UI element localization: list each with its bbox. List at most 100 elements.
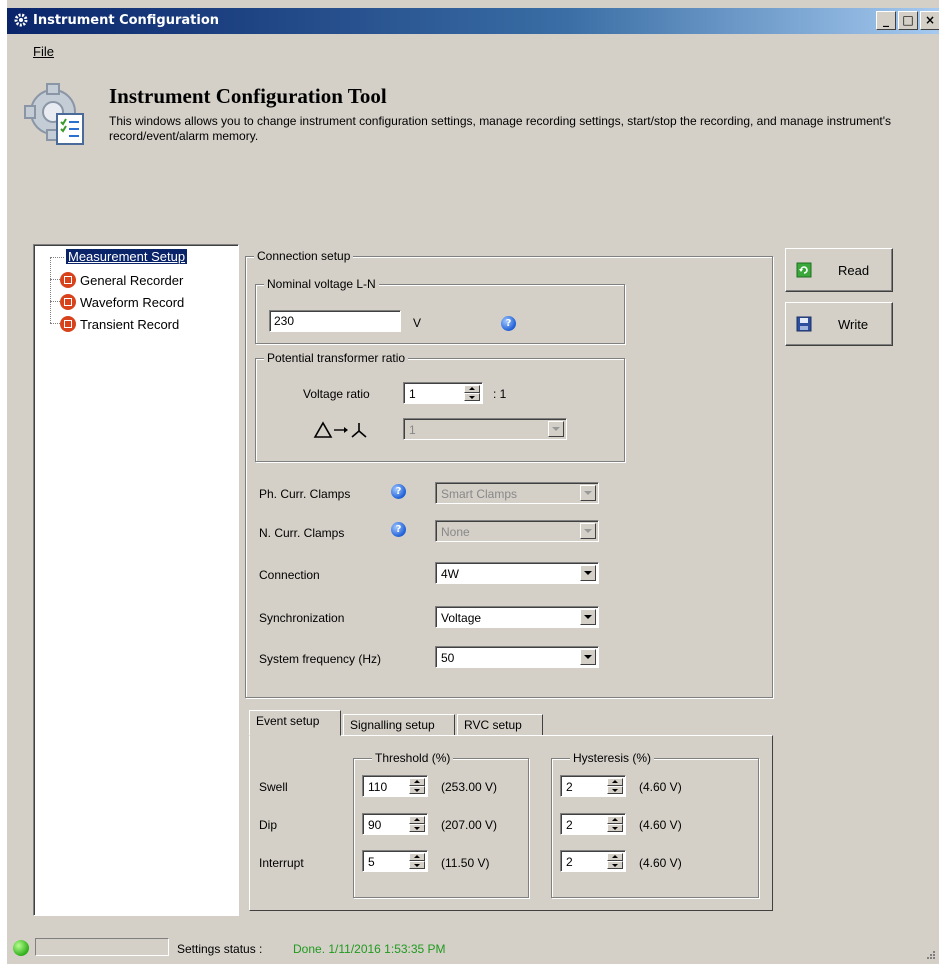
swell-threshold-stepper[interactable]: 110 (362, 775, 428, 797)
resize-grip-icon[interactable] (926, 950, 936, 960)
stepper-up-button[interactable] (464, 385, 480, 393)
stepper-up-button[interactable] (607, 853, 623, 861)
chevron-down-icon[interactable] (580, 649, 596, 665)
page-title: Instrument Configuration Tool (109, 84, 387, 108)
dip-hysteresis-stepper[interactable]: 2 (560, 813, 626, 835)
connection-dropdown[interactable]: 4W (435, 562, 599, 584)
swell-hysteresis-stepper[interactable]: 2 (560, 775, 626, 797)
nominal-voltage-label: Nominal voltage L-N (264, 277, 379, 291)
tree-item-general-recorder[interactable]: General Recorder (60, 271, 183, 289)
frequency-dropdown[interactable]: 50 (435, 646, 599, 668)
tree-connector (50, 257, 51, 323)
maximize-button[interactable]: □ (898, 11, 918, 30)
interrupt-hysteresis-value: 2 (566, 855, 573, 869)
chevron-down-icon[interactable] (580, 609, 596, 625)
window-title: Instrument Configuration (33, 13, 220, 28)
dip-threshold-stepper[interactable]: 90 (362, 813, 428, 835)
status-value: Done. 1/11/2016 1:53:35 PM (293, 942, 446, 956)
menu-file[interactable]: File (33, 44, 54, 59)
swell-label: Swell (259, 780, 288, 794)
dip-threshold-voltage: (207.00 V) (441, 818, 498, 832)
stepper-up-button[interactable] (607, 816, 623, 824)
interrupt-threshold-value: 5 (368, 855, 375, 869)
swell-hysteresis-voltage: (4.60 V) (639, 780, 682, 794)
chevron-down-icon[interactable] (580, 523, 596, 539)
tree-item-label: General Recorder (80, 272, 184, 288)
stepper-up-button[interactable] (409, 816, 425, 824)
help-icon[interactable]: ? (391, 484, 406, 499)
tree-item-measurement-setup[interactable]: Measurement Setup (66, 249, 188, 264)
tab-event-setup[interactable]: Event setup (249, 710, 341, 736)
interrupt-hysteresis-voltage: (4.60 V) (639, 856, 682, 870)
record-icon (60, 316, 76, 332)
voltage-ratio-suffix: : 1 (493, 387, 507, 401)
title-bar[interactable]: Instrument Configuration _ □ × (7, 8, 939, 34)
voltage-ratio-stepper[interactable]: 1 (403, 382, 483, 404)
stepper-down-button[interactable] (464, 393, 480, 401)
stepper-down-button[interactable] (409, 786, 425, 794)
threshold-label: Threshold (%) (372, 751, 454, 765)
ph-clamps-value: Smart Clamps (441, 487, 518, 501)
status-bar: Settings status : Done. 1/11/2016 1:53:3… (7, 934, 939, 964)
frequency-value: 50 (441, 651, 455, 665)
app-window: Instrument Configuration _ □ × File Inst… (6, 0, 939, 964)
tree-connector (50, 257, 64, 258)
synchronization-value: Voltage (441, 611, 482, 625)
tree-item-transient-record[interactable]: Transient Record (60, 315, 179, 333)
dip-threshold-value: 90 (368, 818, 382, 832)
read-button-label: Read (838, 263, 870, 278)
ph-clamps-dropdown[interactable]: Smart Clamps (435, 482, 599, 504)
voltage-ratio-value: 1 (409, 387, 416, 401)
write-button-label: Write (838, 317, 869, 332)
interrupt-hysteresis-stepper[interactable]: 2 (560, 850, 626, 872)
swell-hysteresis-value: 2 (566, 780, 573, 794)
settings-tree[interactable]: Measurement Setup General Recorder Wavef… (33, 244, 239, 916)
configuration-tool-icon (24, 83, 84, 145)
ph-clamps-label: Ph. Curr. Clamps (259, 487, 351, 501)
tree-item-waveform-record[interactable]: Waveform Record (60, 293, 184, 311)
stepper-up-button[interactable] (409, 853, 425, 861)
stepper-down-button[interactable] (607, 786, 623, 794)
dip-label: Dip (259, 818, 278, 832)
interrupt-threshold-stepper[interactable]: 5 (362, 850, 428, 872)
help-icon[interactable]: ? (391, 522, 406, 537)
minimize-button[interactable]: _ (876, 11, 896, 30)
stepper-up-button[interactable] (409, 778, 425, 786)
stepper-down-button[interactable] (409, 824, 425, 832)
pt-ratio-group: Potential transformer ratio (255, 351, 625, 462)
nominal-voltage-unit: V (413, 316, 422, 330)
delta-wye-dropdown[interactable]: 1 (403, 418, 567, 440)
save-icon (796, 316, 812, 332)
stepper-down-button[interactable] (607, 824, 623, 832)
chevron-down-icon[interactable] (548, 421, 564, 437)
stepper-down-button[interactable] (409, 861, 425, 869)
status-progress-bar (35, 938, 169, 956)
page-description: This windows allows you to change instru… (109, 114, 892, 143)
help-icon[interactable]: ? (501, 316, 516, 331)
refresh-icon (796, 262, 812, 278)
close-button[interactable]: × (920, 11, 939, 30)
chevron-down-icon[interactable] (580, 565, 596, 581)
tab-rvc-setup[interactable]: RVC setup (457, 714, 543, 736)
chevron-down-icon[interactable] (580, 485, 596, 501)
connection-label: Connection (259, 568, 320, 582)
delta-wye-value: 1 (409, 423, 416, 437)
tab-signalling-setup[interactable]: Signalling setup (343, 714, 455, 736)
write-button[interactable]: Write (785, 302, 893, 346)
synchronization-dropdown[interactable]: Voltage (435, 606, 599, 628)
frequency-label: System frequency (Hz) (259, 652, 382, 666)
record-icon (60, 272, 76, 288)
stepper-down-button[interactable] (607, 861, 623, 869)
pt-ratio-label: Potential transformer ratio (264, 351, 409, 365)
nominal-voltage-input[interactable]: 230 (269, 310, 401, 332)
interrupt-label: Interrupt (259, 856, 304, 870)
read-button[interactable]: Read (785, 248, 893, 292)
status-label: Settings status : (177, 942, 263, 956)
record-icon (60, 294, 76, 310)
swell-threshold-value: 110 (368, 780, 388, 794)
status-led-icon (13, 940, 29, 956)
n-clamps-dropdown[interactable]: None (435, 520, 599, 542)
stepper-up-button[interactable] (607, 778, 623, 786)
connection-value: 4W (441, 567, 459, 581)
n-clamps-label: N. Curr. Clamps (259, 526, 345, 540)
